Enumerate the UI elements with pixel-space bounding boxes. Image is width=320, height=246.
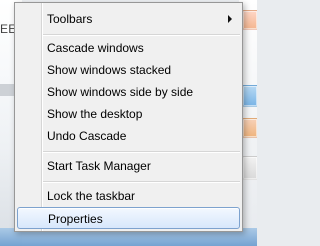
menu-item-label: Show windows side by side xyxy=(47,85,194,99)
menu-item-label: Lock the taskbar xyxy=(47,189,136,203)
menu-item-label: Undo Cascade xyxy=(47,129,127,143)
menu-item-label: Show the desktop xyxy=(47,107,143,121)
background-thumbnail xyxy=(242,10,257,30)
menu-item-show-windows-side-by-side[interactable]: Show windows side by side xyxy=(17,81,240,103)
menu-item-cascade-windows[interactable]: Cascade windows xyxy=(17,37,240,59)
menu-item-lock-the-taskbar[interactable]: Lock the taskbar xyxy=(17,185,240,207)
menu-item-label: Show windows stacked xyxy=(47,63,172,77)
menu-item-show-windows-stacked[interactable]: Show windows stacked xyxy=(17,59,240,81)
menu-separator xyxy=(43,34,240,36)
background-thumbnail xyxy=(242,85,257,107)
menu-item-label: Cascade windows xyxy=(47,41,144,55)
menu-separator xyxy=(43,151,240,153)
background-thumbnail xyxy=(242,118,257,138)
chevron-right-icon xyxy=(228,15,232,23)
menu-item-label: Properties xyxy=(48,212,103,226)
menu-separator xyxy=(43,181,240,183)
background-thumbnail xyxy=(242,156,257,180)
menu-item-properties[interactable]: Properties xyxy=(17,207,240,229)
taskbar-context-menu: Toolbars Cascade windows Show windows st… xyxy=(14,2,243,232)
menu-item-show-the-desktop[interactable]: Show the desktop xyxy=(17,103,240,125)
menu-item-undo-cascade[interactable]: Undo Cascade xyxy=(17,125,240,147)
menu-item-start-task-manager[interactable]: Start Task Manager xyxy=(17,155,240,177)
menu-item-toolbars[interactable]: Toolbars xyxy=(17,8,240,30)
menu-item-label: Toolbars xyxy=(47,12,93,26)
menu-item-label: Start Task Manager xyxy=(47,159,151,173)
